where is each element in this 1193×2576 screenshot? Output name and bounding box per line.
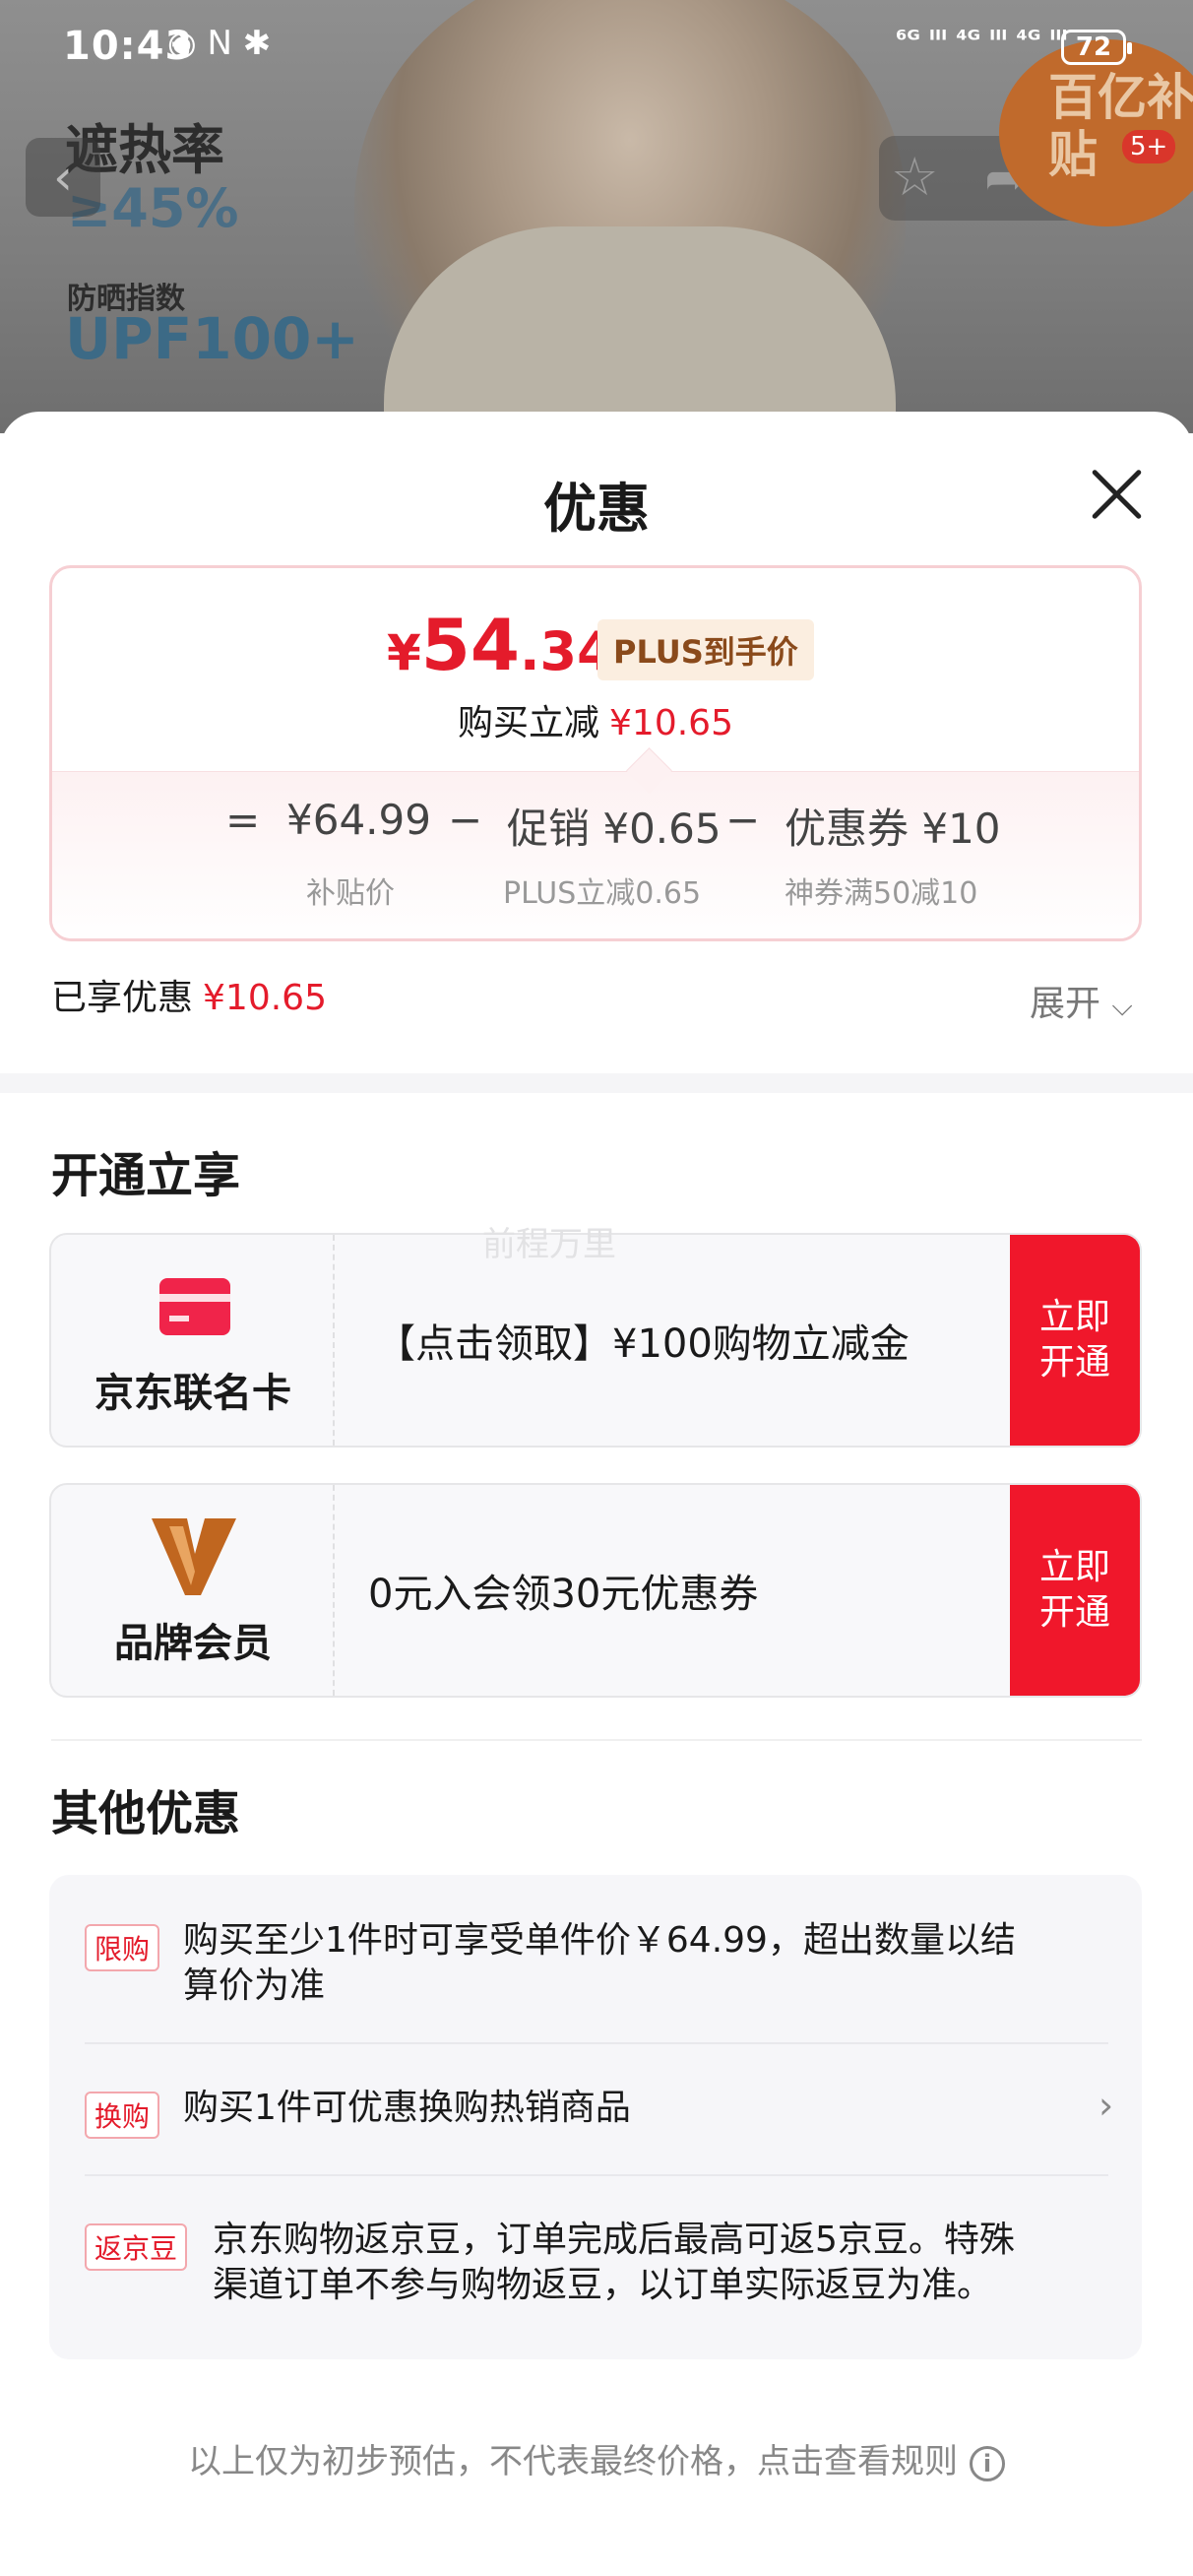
card-name: 京东联名卡 [94, 1371, 291, 1416]
tag-jingdou: 返京豆 [85, 2223, 188, 2271]
product-spec-upf-value: UPF100+ [65, 305, 359, 372]
list-item: 返京豆 京东购物返京豆，订单完成后最高可返5京豆。特殊 渠道订单不参与购物返豆，… [85, 2220, 1108, 2308]
chevron-down-icon: ⌵ [1111, 990, 1133, 1022]
base-price-value: ¥64.99 [286, 796, 431, 844]
sheet-title: 优惠 [543, 478, 650, 540]
credit-card-icon [159, 1278, 230, 1335]
list-item-exchange[interactable]: 换购 购买1件可优惠换购热销商品 › [85, 2084, 1113, 2139]
coupon-label: 神券满50减10 [785, 876, 978, 911]
price-summary-box: ¥54.34 PLUS到手价 购买立减 ¥10.65 = ¥64.99 补贴价 −… [49, 565, 1142, 941]
coupon-value: 优惠券 ¥10 [785, 805, 1001, 853]
battery-icon: 72 [1061, 30, 1132, 65]
list-item: 限购 购买至少1件时可享受单件价￥64.99，超出数量以结 算价为准 [85, 1920, 1108, 2009]
back-button[interactable]: ‹ [26, 138, 100, 217]
divider [51, 1739, 1142, 1741]
brand-v-logo-icon [152, 1518, 236, 1595]
minus-sign: − [448, 796, 483, 844]
card-desc: 0元入会领30元优惠券 [368, 1572, 759, 1617]
info-icon: i [970, 2445, 1005, 2481]
open-now-button[interactable]: 立即 开通 [1010, 1485, 1140, 1696]
expand-button[interactable]: 展开 ⌵ [1030, 975, 1133, 1026]
enjoyed-discount: 已享优惠 ¥10.65 [51, 978, 327, 1018]
item-text: 购买1件可优惠换购热销商品 [183, 2088, 631, 2128]
divider [85, 2042, 1108, 2044]
section-divider [0, 1073, 1193, 1093]
purchase-reduction: 购买立减 ¥10.65 [458, 703, 733, 743]
minus-sign: − [725, 796, 761, 844]
card-desc: 【点击领取】¥100购物立减金 [376, 1321, 910, 1367]
close-icon[interactable] [1083, 459, 1152, 528]
open-now-button[interactable]: 立即 开通 [1010, 1235, 1140, 1446]
brand-member-offer[interactable]: 品牌会员 0元入会领30元优惠券 立即 开通 [49, 1483, 1142, 1698]
tag-exchange: 换购 [85, 2092, 160, 2139]
card-name: 品牌会员 [114, 1621, 272, 1666]
promo-label: PLUS立减0.65 [503, 876, 702, 911]
card-left: 京东联名卡 [51, 1235, 335, 1446]
price-breakdown: = ¥64.99 补贴价 − 促销 ¥0.65 PLUS立减0.65 − 优惠券… [52, 771, 1139, 938]
equals-sign: = [225, 796, 261, 844]
watermark: 前程万里 [482, 1225, 616, 1264]
divider [85, 2174, 1108, 2176]
final-price: ¥54.34 [387, 604, 614, 686]
other-offers-box: 限购 购买至少1件时可享受单件价￥64.99，超出数量以结 算价为准 换购 购买… [49, 1875, 1142, 2359]
status-left-icons: ◉ N ✱ [167, 24, 272, 63]
chevron-left-icon: ‹ [53, 149, 73, 206]
plus-price-tag: PLUS到手价 [597, 619, 814, 680]
item-text: 购买至少1件时可享受单件价￥64.99，超出数量以结 算价为准 [183, 1920, 1016, 2006]
chevron-right-icon: › [1099, 2084, 1114, 2127]
star-icon[interactable]: ☆ [891, 146, 954, 209]
other-section-title: 其他优惠 [51, 1786, 241, 1841]
price-top: ¥54.34 PLUS到手价 购买立减 ¥10.65 [52, 568, 1139, 771]
promo-value: 促销 ¥0.65 [507, 805, 722, 853]
status-bar: 10:43 ◉ N ✱ ⁶ᴳ ᴵᴵᴵ ⁴ᴳ ᴵᴵᴵ ⁴ᴳ ᴵᴵᴵ 72 [0, 0, 1193, 95]
signal-icons: ⁶ᴳ ᴵᴵᴵ ⁴ᴳ ᴵᴵᴵ ⁴ᴳ ᴵᴵᴵ [896, 26, 1068, 55]
discount-sheet: 优惠 ¥54.34 PLUS到手价 购买立减 ¥10.65 = ¥64.99 补贴… [0, 412, 1193, 2576]
badge-count: 5+ [1122, 130, 1176, 163]
card-left: 品牌会员 [51, 1485, 335, 1696]
product-photo-shirt [384, 226, 896, 433]
base-price-label: 补贴价 [306, 876, 395, 911]
item-text: 京东购物返京豆，订单完成后最高可返5京豆。特殊 渠道订单不参与购物返豆，以订单实… [213, 2220, 1015, 2305]
tag-limit: 限购 [85, 1924, 160, 1971]
open-section-title: 开通立享 [51, 1148, 241, 1203]
footer-rules-link[interactable]: 以上仅为初步预估，不代表最终价格，点击查看规则 i [0, 2434, 1193, 2482]
